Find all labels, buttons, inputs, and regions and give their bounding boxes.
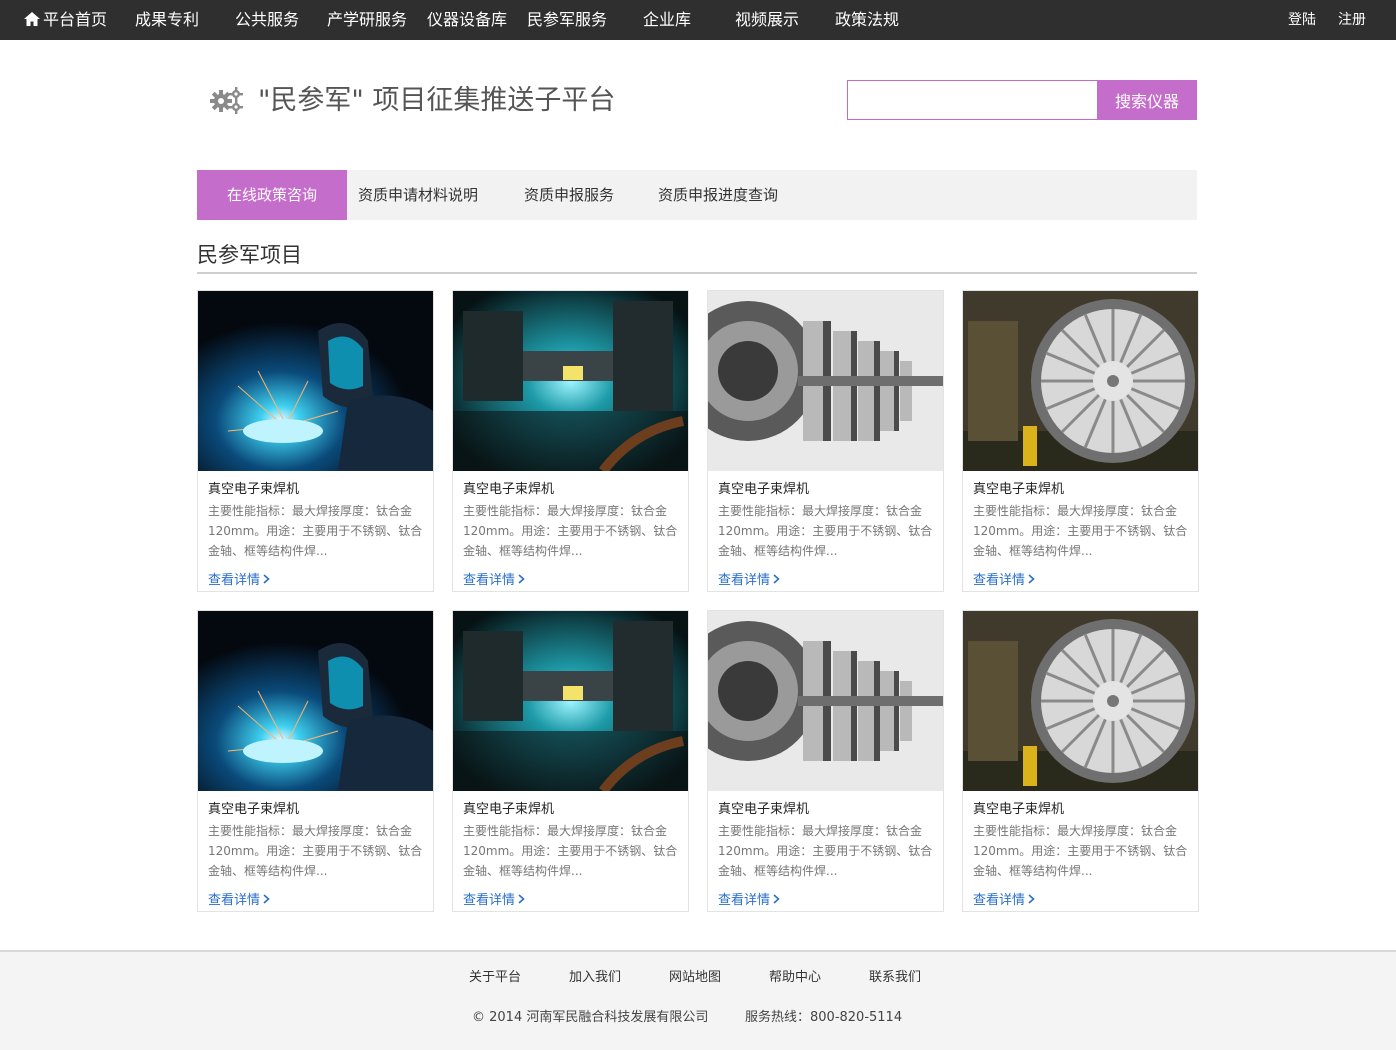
chevron-right-icon	[773, 573, 780, 588]
view-details-label: 查看详情	[718, 573, 771, 588]
view-details-link[interactable]: 查看详情	[463, 889, 525, 908]
project-description: 主要性能指标：最大焊接厚度：钛合金 120mm。用途：主要用于不锈钢、钛合金轴、…	[718, 504, 933, 558]
view-details-link[interactable]: 查看详情	[208, 569, 270, 588]
project-description: 主要性能指标：最大焊接厚度：钛合金 120mm。用途：主要用于不锈钢、钛合金轴、…	[973, 504, 1188, 558]
chevron-right-icon	[1028, 893, 1035, 908]
view-details-label: 查看详情	[973, 893, 1026, 908]
project-image[interactable]	[708, 611, 943, 791]
project-name: 真空电子束焊机	[463, 482, 555, 497]
view-details-link[interactable]: 查看详情	[973, 889, 1035, 908]
view-details-label: 查看详情	[973, 573, 1026, 588]
footer-link-sitemap[interactable]: 网站地图	[669, 966, 721, 985]
project-image[interactable]	[198, 611, 433, 791]
project-image[interactable]	[708, 291, 943, 471]
nav-item-instruments[interactable]: 仪器设备库	[427, 0, 507, 40]
footer-link-contact[interactable]: 联系我们	[869, 966, 921, 985]
section-title: 民参军项目	[197, 243, 302, 267]
home-icon	[24, 1, 40, 41]
project-description: 主要性能指标：最大焊接厚度：钛合金 120mm。用途：主要用于不锈钢、钛合金轴、…	[463, 504, 678, 558]
project-card[interactable]: 真空电子束焊机主要性能指标：最大焊接厚度：钛合金 120mm。用途：主要用于不锈…	[707, 610, 944, 912]
chevron-right-icon	[773, 893, 780, 908]
tab-progress-query[interactable]: 资质申报进度查询	[658, 170, 778, 220]
page-title: "民参军" 项目征集推送子平台	[258, 85, 616, 116]
nav-item-civil-military[interactable]: 民参军服务	[527, 0, 607, 40]
footer-link-help[interactable]: 帮助中心	[769, 966, 821, 985]
project-card[interactable]: 真空电子束焊机主要性能指标：最大焊接厚度：钛合金 120mm。用途：主要用于不锈…	[452, 290, 689, 592]
view-details-link[interactable]: 查看详情	[718, 889, 780, 908]
view-details-label: 查看详情	[463, 893, 516, 908]
nav-item-patents[interactable]: 成果专利	[135, 0, 199, 40]
project-description: 主要性能指标：最大焊接厚度：钛合金 120mm。用途：主要用于不锈钢、钛合金轴、…	[208, 504, 423, 558]
footer: 关于平台 加入我们 网站地图 帮助中心 联系我们 © 2014 河南军民融合科技…	[0, 950, 1396, 1050]
nav-item-research[interactable]: 产学研服务	[327, 0, 407, 40]
nav-item-videos[interactable]: 视频展示	[735, 0, 799, 40]
search-button[interactable]: 搜索仪器	[1097, 80, 1197, 120]
project-image[interactable]	[963, 611, 1198, 791]
chevron-right-icon	[263, 893, 270, 908]
nav-item-policies[interactable]: 政策法规	[835, 0, 899, 40]
chevron-right-icon	[263, 573, 270, 588]
tab-material-guide[interactable]: 资质申请材料说明	[358, 170, 478, 220]
project-name: 真空电子束焊机	[973, 482, 1065, 497]
project-name: 真空电子束焊机	[973, 802, 1065, 817]
section-divider	[197, 272, 1197, 274]
search-input[interactable]	[847, 80, 1098, 120]
gears-icon	[210, 86, 244, 114]
project-image[interactable]	[453, 611, 688, 791]
project-card[interactable]: 真空电子束焊机主要性能指标：最大焊接厚度：钛合金 120mm。用途：主要用于不锈…	[197, 610, 434, 912]
project-card[interactable]: 真空电子束焊机主要性能指标：最大焊接厚度：钛合金 120mm。用途：主要用于不锈…	[962, 290, 1199, 592]
project-image[interactable]	[453, 291, 688, 471]
view-details-label: 查看详情	[208, 893, 261, 908]
nav-item-label: 平台首页	[43, 10, 108, 29]
project-image[interactable]	[963, 291, 1198, 471]
chevron-right-icon	[1028, 573, 1035, 588]
project-card[interactable]: 真空电子束焊机主要性能指标：最大焊接厚度：钛合金 120mm。用途：主要用于不锈…	[197, 290, 434, 592]
nav-item-enterprises[interactable]: 企业库	[643, 0, 691, 40]
project-description: 主要性能指标：最大焊接厚度：钛合金 120mm。用途：主要用于不锈钢、钛合金轴、…	[973, 824, 1188, 878]
service-hotline: 服务热线：800-820-5114	[745, 1010, 903, 1025]
project-card[interactable]: 真空电子束焊机主要性能指标：最大焊接厚度：钛合金 120mm。用途：主要用于不锈…	[962, 610, 1199, 912]
project-description: 主要性能指标：最大焊接厚度：钛合金 120mm。用途：主要用于不锈钢、钛合金轴、…	[463, 824, 678, 878]
footer-link-about[interactable]: 关于平台	[469, 966, 521, 985]
project-description: 主要性能指标：最大焊接厚度：钛合金 120mm。用途：主要用于不锈钢、钛合金轴、…	[208, 824, 423, 878]
register-link[interactable]: 注册	[1338, 0, 1366, 40]
copyright: © 2014 河南军民融合科技发展有限公司	[472, 1010, 709, 1025]
view-details-link[interactable]: 查看详情	[208, 889, 270, 908]
nav-item-home[interactable]: 平台首页	[24, 0, 107, 40]
view-details-label: 查看详情	[208, 573, 261, 588]
project-card[interactable]: 真空电子束焊机主要性能指标：最大焊接厚度：钛合金 120mm。用途：主要用于不锈…	[452, 610, 689, 912]
project-image[interactable]	[198, 291, 433, 471]
view-details-label: 查看详情	[463, 573, 516, 588]
project-description: 主要性能指标：最大焊接厚度：钛合金 120mm。用途：主要用于不锈钢、钛合金轴、…	[718, 824, 933, 878]
project-name: 真空电子束焊机	[463, 802, 555, 817]
project-name: 真空电子束焊机	[718, 482, 810, 497]
view-details-link[interactable]: 查看详情	[718, 569, 780, 588]
view-details-link[interactable]: 查看详情	[463, 569, 525, 588]
view-details-link[interactable]: 查看详情	[973, 569, 1035, 588]
nav-item-public-service[interactable]: 公共服务	[235, 0, 299, 40]
login-link[interactable]: 登陆	[1288, 0, 1316, 40]
chevron-right-icon	[518, 893, 525, 908]
project-name: 真空电子束焊机	[718, 802, 810, 817]
service-tabs: 在线政策咨询 资质申请材料说明 资质申报服务 资质申报进度查询	[197, 170, 1197, 220]
project-card[interactable]: 真空电子束焊机主要性能指标：最大焊接厚度：钛合金 120mm。用途：主要用于不锈…	[707, 290, 944, 592]
tab-application-service[interactable]: 资质申报服务	[524, 170, 614, 220]
project-name: 真空电子束焊机	[208, 802, 300, 817]
tab-policy-consult[interactable]: 在线政策咨询	[197, 170, 347, 220]
footer-link-join[interactable]: 加入我们	[569, 966, 621, 985]
view-details-label: 查看详情	[718, 893, 771, 908]
top-nav: 平台首页 成果专利 公共服务 产学研服务 仪器设备库 民参军服务 企业库 视频展…	[0, 0, 1396, 40]
project-name: 真空电子束焊机	[208, 482, 300, 497]
chevron-right-icon	[518, 573, 525, 588]
